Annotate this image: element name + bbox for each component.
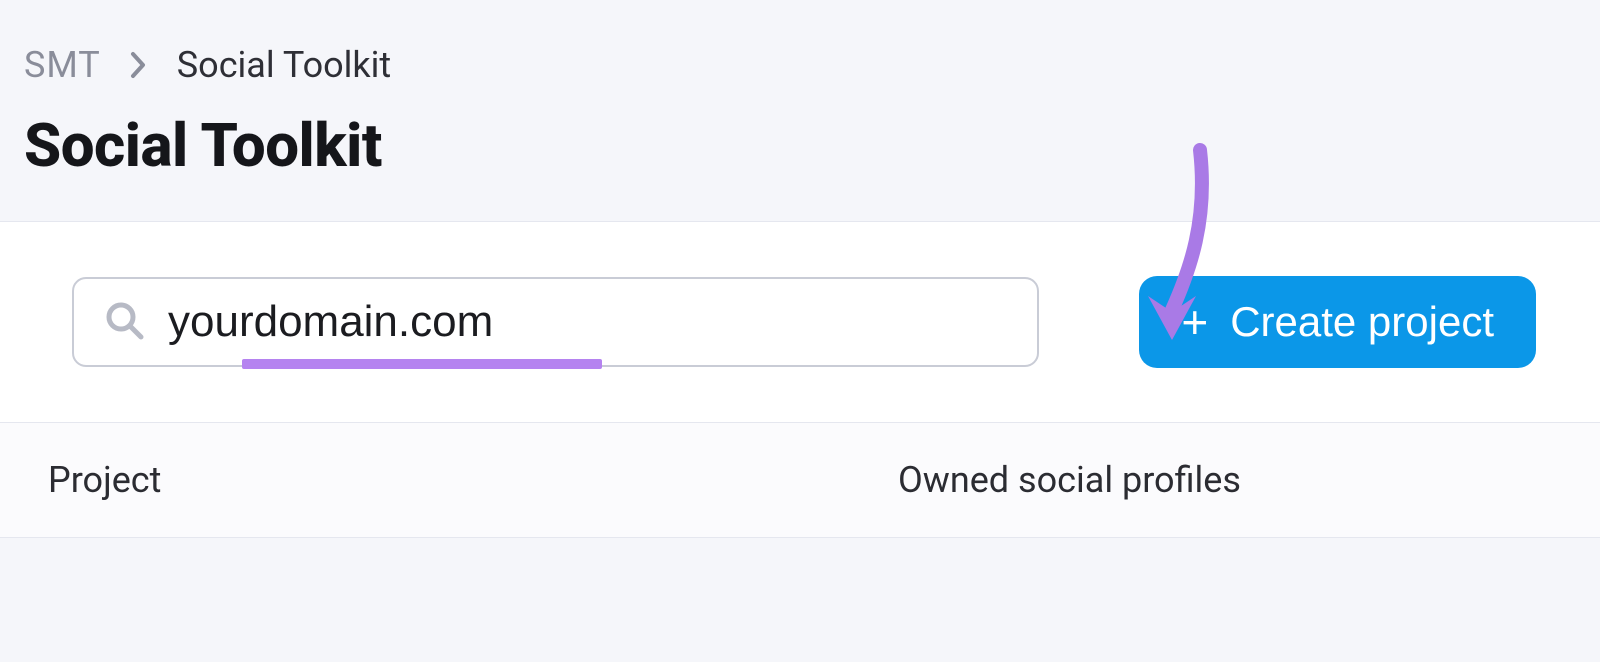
main-panel: + Create project Project Owned social pr… — [0, 221, 1600, 538]
table-header-profiles: Owned social profiles — [898, 459, 1552, 501]
action-row: + Create project — [0, 222, 1600, 422]
breadcrumb-current: Social Toolkit — [177, 44, 391, 86]
chevron-right-icon — [129, 50, 149, 80]
annotation-underline — [242, 359, 602, 369]
create-project-label: Create project — [1230, 298, 1494, 346]
table-header-row: Project Owned social profiles — [0, 422, 1600, 537]
search-input[interactable] — [168, 297, 1037, 347]
header-area: SMT Social Toolkit Social Toolkit — [0, 0, 1600, 221]
breadcrumb: SMT Social Toolkit — [24, 44, 1576, 86]
search-wrap — [72, 277, 1039, 367]
search-icon — [104, 300, 144, 344]
breadcrumb-root[interactable]: SMT — [24, 44, 101, 86]
create-project-button[interactable]: + Create project — [1139, 276, 1536, 368]
table-header-project: Project — [48, 459, 898, 501]
plus-icon: + — [1181, 299, 1208, 345]
page-title: Social Toolkit — [24, 110, 1576, 181]
